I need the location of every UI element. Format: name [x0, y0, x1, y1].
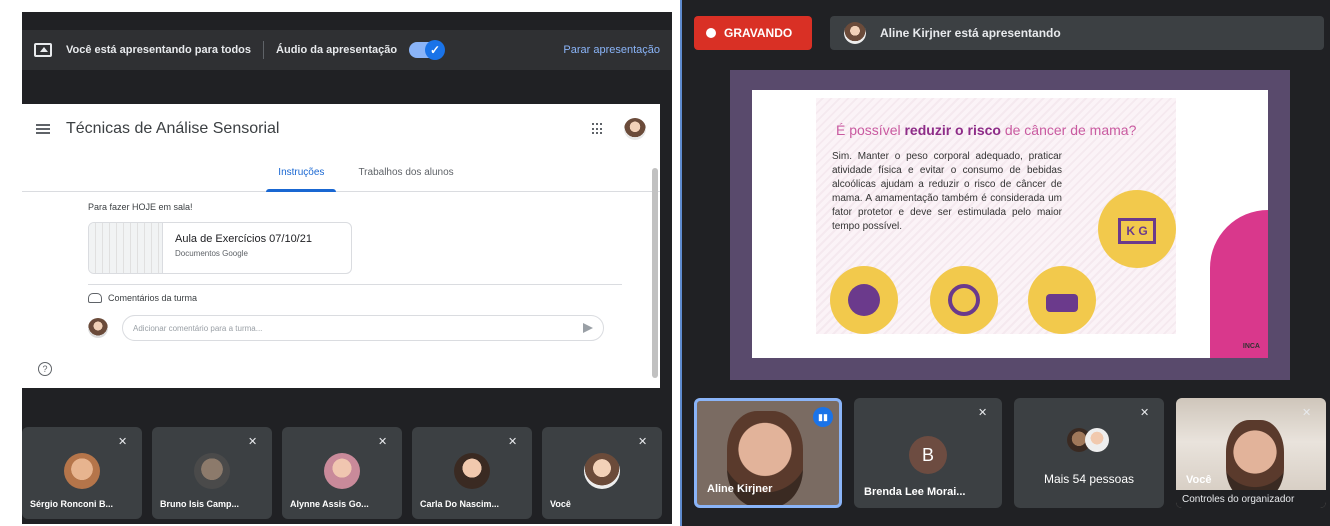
more-people-label: Mais 54 pessoas [1043, 472, 1135, 486]
host-controls-button[interactable]: Controles do organizador [1176, 490, 1326, 508]
comments-text: Comentários da turma [108, 293, 198, 303]
no-alcohol-icon [930, 266, 998, 334]
avatar [584, 453, 620, 489]
self-face [1226, 420, 1284, 500]
doc-type: Documentos Google [175, 249, 248, 258]
help-icon[interactable]: ? [38, 362, 52, 376]
comment-input[interactable]: Adicionar comentário para a turma... [122, 315, 604, 341]
participant-tile-self[interactable]: ✕ Você [542, 427, 662, 519]
mic-off-icon: ✕ [1140, 407, 1150, 419]
more-participants-tile[interactable]: ✕ Mais 54 pessoas [1014, 398, 1164, 508]
decorative-arc [1210, 210, 1268, 358]
participant-name: Aline Kirjner [707, 483, 773, 495]
shared-classroom-screen: Técnicas de Análise Sensorial Instruções… [22, 104, 660, 388]
doc-title: Aula de Exercícios 07/10/21 [175, 233, 312, 245]
mic-off-icon: ✕ [508, 436, 518, 448]
participant-name: Alynne Assis Go... [290, 499, 369, 509]
mic-off-icon: ✕ [248, 436, 258, 448]
participant-name: Sérgio Ronconi B... [30, 499, 114, 509]
doc-info: Aula de Exercícios 07/10/21 Documentos G… [163, 223, 324, 273]
class-comments-label: Comentários da turma [88, 293, 660, 303]
check-icon: ✓ [425, 40, 446, 60]
viewer-pane: GRAVANDO Aline Kirjner está apresentando… [680, 0, 1330, 526]
comment-placeholder: Adicionar comentário para a turma... [133, 323, 263, 333]
avatar[interactable] [624, 118, 646, 140]
scrollbar[interactable] [652, 168, 658, 378]
participant-name: Você [1186, 474, 1212, 486]
presentation-frame: É possível reduzir o risco de câncer de … [730, 70, 1290, 380]
meet-window: Você está apresentando para todos Áudio … [0, 0, 1330, 526]
people-icon [88, 293, 102, 303]
slide-body: Sim. Manter o peso corporal adequado, pr… [832, 151, 1062, 232]
scale-icon: K G [1098, 190, 1176, 268]
send-icon[interactable] [583, 323, 593, 333]
tab-instructions[interactable]: Instruções [266, 154, 337, 192]
present-screen-icon [34, 43, 52, 57]
slide-source: INCA [1242, 343, 1260, 350]
avatar [88, 318, 108, 338]
participant-tile-speaking[interactable]: ▮▮ Aline Kirjner [694, 398, 842, 508]
participant-tile-self[interactable]: ✕ Você Controles do organizador [1176, 398, 1326, 508]
avatar [844, 22, 866, 44]
apps-grid-icon[interactable] [592, 123, 604, 135]
participant-strip: ▮▮ Aline Kirjner ✕ B Brenda Lee Morai...… [694, 398, 1326, 508]
participant-name: Bruno Isis Camp... [160, 499, 240, 509]
mic-off-icon: ✕ [978, 407, 988, 419]
comment-row: Adicionar comentário para a turma... [88, 315, 660, 341]
presenter-bar: Aline Kirjner está apresentando [830, 16, 1324, 50]
avatar [64, 453, 100, 489]
slide-content: É possível reduzir o risco de câncer de … [816, 98, 1176, 334]
audio-label: Áudio da apresentação [276, 44, 398, 56]
classroom-header: Técnicas de Análise Sensorial [22, 104, 660, 154]
classroom-body: Para fazer HOJE em sala! Aula de Exercíc… [22, 192, 660, 341]
classroom-tabs: Instruções Trabalhos dos alunos [22, 154, 660, 192]
mic-off-icon: ✕ [378, 436, 388, 448]
divider [263, 41, 265, 59]
participant-name: Brenda Lee Morai... [864, 486, 966, 498]
slide: É possível reduzir o risco de câncer de … [752, 90, 1268, 358]
presenter-text: Aline Kirjner está apresentando [880, 26, 1061, 40]
presenting-bar: Você está apresentando para todos Áudio … [22, 30, 672, 70]
participant-tile[interactable]: ✕ Alynne Assis Go... [282, 427, 402, 519]
presenting-text: Você está apresentando para todos [66, 44, 252, 56]
participant-strip: ✕ Sérgio Ronconi B... ✕ Bruno Isis Camp.… [22, 427, 662, 519]
mic-off-icon: ✕ [638, 436, 648, 448]
recording-badge[interactable]: GRAVANDO [694, 16, 812, 50]
class-title: Técnicas de Análise Sensorial [66, 120, 280, 137]
recording-dot-icon [706, 28, 716, 38]
presenting-pane: Você está apresentando para todos Áudio … [22, 12, 672, 524]
doc-thumbnail [89, 223, 163, 273]
breastfeeding-icon [830, 266, 898, 334]
stop-presenting-button[interactable]: Parar apresentação [563, 44, 660, 56]
mic-off-icon: ✕ [118, 436, 128, 448]
divider [88, 284, 622, 285]
participant-name: Carla Do Nascim... [420, 499, 500, 509]
participant-tile[interactable]: ✕ Sérgio Ronconi B... [22, 427, 142, 519]
participant-tile[interactable]: ✕ Carla Do Nascim... [412, 427, 532, 519]
slide-title: É possível reduzir o risco de câncer de … [836, 122, 1137, 138]
tab-student-work[interactable]: Trabalhos dos alunos [358, 167, 453, 178]
audio-toggle[interactable]: ✓ [409, 40, 446, 60]
speaking-icon: ▮▮ [813, 407, 833, 427]
menu-icon[interactable] [36, 124, 50, 134]
avatar [324, 453, 360, 489]
participant-tile[interactable]: ✕ Bruno Isis Camp... [152, 427, 272, 519]
avatar [194, 453, 230, 489]
more-avatars [1067, 428, 1111, 452]
assignment-note: Para fazer HOJE em sala! [88, 202, 193, 212]
recording-label: GRAVANDO [724, 26, 793, 40]
bicycle-icon [1028, 266, 1096, 334]
doc-attachment[interactable]: Aula de Exercícios 07/10/21 Documentos G… [88, 222, 352, 274]
participant-name: Você [550, 499, 571, 509]
avatar: B [909, 436, 947, 474]
avatar [454, 453, 490, 489]
participant-tile[interactable]: ✕ B Brenda Lee Morai... [854, 398, 1002, 508]
kg-label: K G [1118, 218, 1156, 244]
mic-off-icon: ✕ [1302, 407, 1312, 419]
